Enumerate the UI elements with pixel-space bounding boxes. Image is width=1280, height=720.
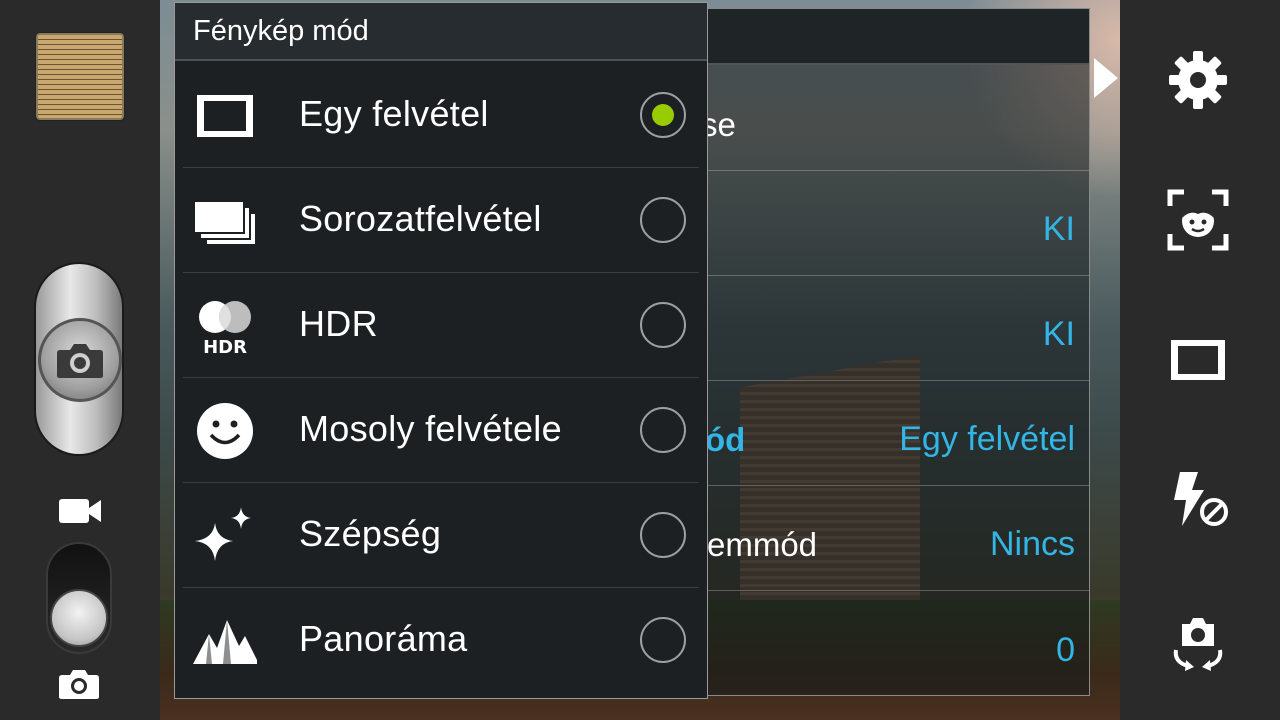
option-smile-shot[interactable]: Mosoly felvétele	[175, 378, 707, 483]
camera-icon	[57, 344, 103, 378]
radio-button[interactable]	[640, 617, 686, 663]
option-label: Mosoly felvétele	[299, 408, 562, 449]
mountain-icon	[193, 620, 257, 664]
settings-panel: se KI KI ód Egy felvétel emmód Nincs 0	[686, 8, 1090, 696]
option-panorama[interactable]: Panoráma	[175, 588, 707, 693]
settings-header	[687, 9, 1089, 65]
burst-shot-icon	[195, 202, 255, 244]
sparkle-icon	[195, 507, 251, 561]
setting-value: KI	[1042, 315, 1075, 353]
settings-row[interactable]: se	[687, 67, 1089, 171]
gear-icon[interactable]	[1166, 48, 1230, 112]
switch-knob[interactable]	[50, 589, 108, 647]
option-single-shot[interactable]: Egy felvétel	[175, 63, 707, 168]
popup-title: Fénykép mód	[193, 15, 369, 47]
radio-button[interactable]	[640, 302, 686, 348]
radio-button[interactable]	[640, 197, 686, 243]
setting-label: emmód	[707, 526, 818, 563]
settings-row[interactable]: ód Egy felvétel	[687, 382, 1089, 486]
option-hdr[interactable]: HDR HDR	[175, 273, 707, 378]
popup-title-bar: Fénykép mód	[175, 3, 707, 61]
setting-value: KI	[1042, 210, 1075, 248]
photo-mode-popup: Fénykép mód Egy felvétel Sorozatfelvétel…	[174, 2, 708, 699]
video-icon[interactable]	[58, 496, 102, 526]
radio-button[interactable]	[640, 407, 686, 453]
setting-label: ód	[705, 421, 746, 458]
smile-icon	[197, 403, 253, 459]
setting-value: 0	[1056, 631, 1075, 669]
option-label: Egy felvétel	[299, 93, 489, 134]
settings-row[interactable]: emmód Nincs	[687, 487, 1089, 591]
shutter-button[interactable]	[38, 318, 122, 402]
setting-value: Egy felvétel	[899, 420, 1075, 458]
shooting-mode-icon[interactable]	[1166, 328, 1230, 392]
single-shot-icon	[197, 95, 253, 137]
flash-off-icon[interactable]	[1166, 468, 1230, 532]
radio-button[interactable]	[640, 512, 686, 558]
setting-value: Nincs	[989, 525, 1075, 563]
option-label: Panoráma	[299, 618, 468, 659]
svg-text:HDR: HDR	[203, 337, 247, 355]
settings-row[interactable]: KI	[687, 172, 1089, 276]
option-burst-shot[interactable]: Sorozatfelvétel	[175, 168, 707, 273]
option-label: Szépség	[299, 513, 442, 554]
face-detect-icon[interactable]	[1166, 188, 1230, 252]
option-beauty[interactable]: Szépség	[175, 483, 707, 588]
settings-row[interactable]: 0	[687, 592, 1089, 696]
photo-mode-icon[interactable]	[58, 668, 100, 700]
option-label: HDR	[299, 303, 378, 344]
switch-camera-icon[interactable]	[1166, 610, 1230, 674]
option-label: Sorozatfelvétel	[299, 198, 542, 239]
hdr-icon: HDR	[199, 301, 251, 355]
radio-button[interactable]	[640, 92, 686, 138]
collapse-arrow-icon[interactable]	[1092, 56, 1120, 100]
settings-row[interactable]: KI	[687, 277, 1089, 381]
gallery-thumbnail[interactable]	[36, 33, 124, 120]
left-control-bar	[0, 0, 160, 720]
